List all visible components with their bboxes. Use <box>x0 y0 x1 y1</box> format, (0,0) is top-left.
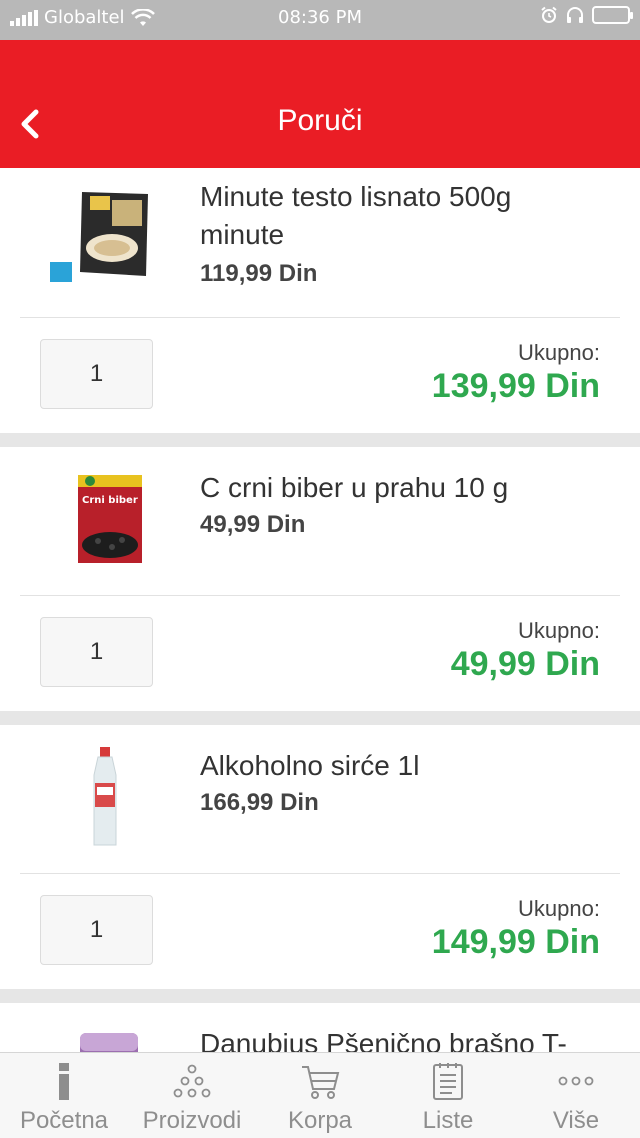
tab-korpa[interactable]: Korpa <box>256 1053 384 1138</box>
page-title: Poruči <box>277 104 363 137</box>
headphones-icon <box>567 7 583 23</box>
battery-icon <box>592 6 633 24</box>
info-icon <box>59 1063 69 1100</box>
dots-triangle-icon <box>173 1064 211 1098</box>
divider <box>20 595 620 596</box>
total-value: 139,99 Din <box>431 367 600 405</box>
status-bar: Globaltel 08:36 PM <box>0 0 640 40</box>
order-item: Minute testo lisnato 500g minute 119,99 … <box>0 168 640 433</box>
svg-text:Crni biber: Crni biber <box>82 495 138 506</box>
total-value: 49,99 Din <box>450 645 600 683</box>
total-value: 149,99 Din <box>431 923 600 961</box>
product-name: C crni biber u prahu 10 g <box>200 472 509 503</box>
tab-label: Više <box>552 1107 600 1134</box>
tab-label: Liste <box>422 1107 474 1134</box>
bottom-tab-bar: Početna Proizvodi Korpa Liste Više <box>0 1052 640 1138</box>
divider <box>20 317 620 318</box>
tab-proizvodi[interactable]: Proizvodi <box>128 1053 256 1138</box>
tab-liste[interactable]: Liste <box>384 1053 512 1138</box>
tab-label: Korpa <box>287 1107 353 1134</box>
product-image <box>93 747 117 846</box>
order-item: Crni biber C crni biber u prahu 10 g 49,… <box>0 447 640 711</box>
divider <box>20 873 620 874</box>
product-price: 119,99 Din <box>200 260 318 287</box>
total-label: Ukupno: <box>518 618 600 643</box>
tab-label: Početna <box>19 1107 109 1134</box>
order-item: Alkoholno sirće 1l 166,99 Din 1 Ukupno: … <box>0 725 640 989</box>
tab-label: Proizvodi <box>142 1107 242 1134</box>
quantity-input[interactable]: 1 <box>40 339 153 409</box>
order-list[interactable]: Minute testo lisnato 500g minute 119,99 … <box>0 168 640 1052</box>
product-image: Crni biber <box>78 475 142 563</box>
app-header: Poruči <box>0 40 640 168</box>
quantity-input[interactable]: 1 <box>40 895 153 965</box>
product-price: 49,99 Din <box>200 511 306 538</box>
tab-vise[interactable]: Više <box>512 1053 640 1138</box>
product-name: Danubius Pšenično brašno T- <box>200 1028 567 1052</box>
order-item: Danubius Pšenično brašno T- <box>0 1003 640 1052</box>
product-name: Minute testo lisnato 500g minute <box>200 181 512 250</box>
tab-pocetna[interactable]: Početna <box>0 1053 128 1138</box>
total-label: Ukupno: <box>518 896 600 921</box>
status-icons <box>540 6 633 24</box>
total-label: Ukupno: <box>518 340 600 365</box>
quantity-input[interactable]: 1 <box>40 617 153 687</box>
product-price: 166,99 Din <box>200 789 319 816</box>
product-name: Alkoholno sirće 1l <box>200 750 420 781</box>
cart-icon <box>302 1066 340 1099</box>
product-image <box>50 192 148 282</box>
list-icon <box>433 1063 463 1100</box>
alarm-icon <box>541 6 557 23</box>
more-icon <box>558 1076 594 1086</box>
product-image <box>80 1033 138 1052</box>
